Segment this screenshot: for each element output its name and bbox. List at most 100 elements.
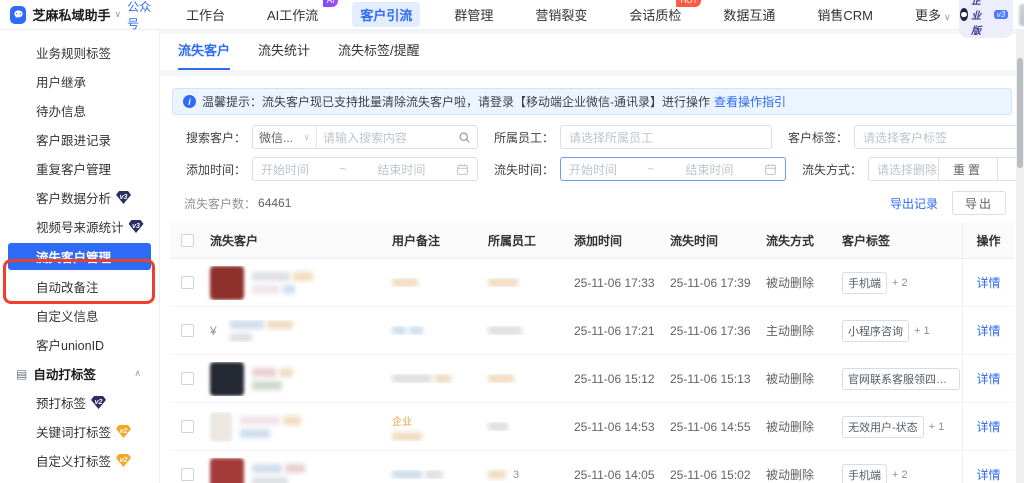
search-customer-label: 搜索客户： (185, 130, 246, 145)
nav-workbench[interactable]: 工作台 (178, 2, 233, 27)
reset-button[interactable]: 重置 (937, 157, 998, 181)
sidebar-item-customer-analytics[interactable]: 客户数据分析 v3 (0, 183, 159, 212)
sidebar-section-auto-tagging[interactable]: ▤ 自动打标签 ∧ (0, 359, 159, 388)
redacted-customer-name (230, 319, 293, 342)
row-checkbox[interactable] (180, 372, 194, 385)
table-row: 25-11-06 17:33 25-11-06 17:39 被动删除 手机端 + … (170, 259, 1014, 307)
added-time: 25-11-06 15:12 (574, 371, 655, 386)
lost-time: 25-11-06 14:55 (670, 419, 751, 434)
tab-lost-statistics[interactable]: 流失统计 (258, 40, 310, 70)
lost-method: 被动删除 (766, 420, 815, 434)
lost-count-label: 流失客户数： (184, 196, 257, 211)
lost-count-value: 64461 (258, 196, 292, 210)
sidebar-item-follow-records[interactable]: 客户跟进记录 (0, 125, 159, 154)
plan-badge[interactable]: 企业版 v3 (958, 0, 1014, 38)
detail-link[interactable]: 详情 (976, 418, 1000, 435)
public-account-link[interactable]: 公众号 (127, 0, 160, 32)
logo-area[interactable]: 芝麻私域助手 ∨ 公众号 (0, 0, 160, 32)
tab-lost-tag-reminder[interactable]: 流失标签/提醒 (338, 40, 420, 70)
search-input[interactable]: 请输入搜索内容 (317, 129, 477, 146)
redacted-customer-name (252, 463, 305, 483)
sidebar-item-union-id[interactable]: 客户unionID (0, 330, 159, 359)
search-type-select[interactable]: 微信... ∨ (253, 126, 317, 148)
nav-group-management[interactable]: 群管理 (446, 2, 501, 27)
lost-customers-table: 流失客户 用户备注 所属员工 添加时间 流失时间 流失方式 客户标签 手机号 操… (170, 223, 1014, 483)
customer-avatar (210, 457, 244, 483)
detail-link[interactable]: 详情 (976, 274, 1000, 291)
redacted-remark (392, 470, 476, 479)
customer-tag-chip: 官网联系客服领四重好礼 (842, 367, 960, 390)
plan-version-badge: v3 (993, 10, 1009, 19)
nav-sales-crm[interactable]: 销售CRM (809, 2, 881, 27)
sidebar-item-user-inherit[interactable]: 用户继承 (0, 67, 159, 96)
vertical-scrollbar[interactable] (1016, 30, 1024, 483)
export-record-link[interactable]: 导出记录 (890, 195, 938, 212)
redacted-staff (488, 326, 562, 335)
nav-more[interactable]: 更多 ∨ (907, 2, 959, 27)
row-checkbox[interactable] (180, 420, 194, 433)
table-row: ¥ 25-11-06 17:21 25-11-06 17:36 主动删除 小程序… (170, 307, 1014, 355)
row-checkbox[interactable] (180, 324, 194, 337)
app-window: 芝麻私域助手 ∨ 公众号 工作台 AI工作流 AI 客户引流 群管理 营销裂变 … (0, 0, 1024, 483)
sidebar-item-keyword-tagging[interactable]: 关键词打标签 v2 (0, 417, 159, 446)
customer-avatar (210, 411, 232, 442)
sidebar-item-custom-info[interactable]: 自定义信息 (0, 301, 159, 330)
banner-guide-link[interactable]: 查看操作指引 (714, 93, 786, 110)
sidebar-item-todo-info[interactable]: 待办信息 (0, 96, 159, 125)
staff-select[interactable]: 请选择所属员工 (560, 125, 772, 149)
sidebar-item-custom-tagging[interactable]: 自定义打标签 v2 (0, 446, 159, 475)
header-lost-time: 流失时间 (670, 234, 719, 248)
header-remark: 用户备注 (392, 234, 441, 248)
select-all-checkbox[interactable] (180, 234, 194, 247)
export-button[interactable]: 导出 (951, 191, 1006, 215)
chevron-up-icon[interactable]: ∧ (134, 368, 141, 379)
table-header: 流失客户 用户备注 所属员工 添加时间 流失时间 流失方式 客户标签 手机号 操… (170, 223, 1014, 259)
staff-extra-text: 3 (513, 468, 520, 481)
add-time-range-picker[interactable]: 开始时间 ~ 结束时间 (252, 157, 478, 181)
added-time: 25-11-06 17:21 (574, 323, 655, 338)
customer-tag-chip: 小程序咨询 (842, 319, 909, 342)
redacted-customer-name (252, 367, 293, 390)
nav-ai-workflow[interactable]: AI工作流 AI (259, 0, 339, 27)
customer-tag-select[interactable]: 请选择客户标签 (854, 125, 1024, 149)
sidebar-item-business-rule-tags[interactable]: 业务规则标签 (0, 38, 159, 67)
plan-logo-icon (959, 8, 969, 21)
redacted-staff: 3 (488, 469, 562, 481)
sidebar-item-duplicate-customers[interactable]: 重复客户管理 (0, 154, 159, 183)
lost-method: 被动删除 (766, 468, 815, 482)
detail-link[interactable]: 详情 (976, 370, 1000, 387)
nav-data-interop[interactable]: 数据互通 (715, 2, 783, 27)
avatar-glyph: ¥ (210, 323, 217, 338)
sidebar: 业务规则标签 用户继承 待办信息 客户跟进记录 重复客户管理 客户数据分析 v3 … (0, 30, 160, 483)
redacted-remark (392, 278, 476, 287)
chevron-down-icon: ∨ (944, 12, 951, 22)
detail-link[interactable]: 详情 (976, 322, 1000, 339)
sidebar-item-pre-tagging[interactable]: 预打标签 v2 (0, 388, 159, 417)
row-checkbox[interactable] (180, 468, 194, 481)
redacted-remark (392, 374, 476, 383)
lost-time-range-picker[interactable]: 开始时间 ~ 结束时间 (560, 157, 786, 181)
v3-gem-icon: v3 (116, 191, 132, 204)
avatar[interactable] (1019, 3, 1024, 26)
logo-chevron-down-icon[interactable]: ∨ (114, 9, 121, 20)
main-content: 流失客户 流失统计 流失标签/提醒 i 温馨提示：流失客户现已支持批量清除流失客… (160, 30, 1024, 483)
nav-marketing-fission[interactable]: 营销裂变 (527, 2, 595, 27)
scrollbar-thumb[interactable] (1017, 58, 1023, 168)
v2-gem-icon: v2 (91, 396, 107, 409)
nav-customer-acquisition[interactable]: 客户引流 (352, 2, 421, 27)
nav-conversation-qc[interactable]: 会话质检 HOT (621, 0, 702, 27)
v2-gem-icon: v2 (116, 425, 132, 438)
user-area: 企业版 v3 ∨ (958, 0, 1024, 38)
row-checkbox[interactable] (180, 276, 194, 289)
tag-more-count: + 1 (928, 420, 945, 433)
sidebar-item-lost-customer-management[interactable]: 流失客户管理 (8, 243, 151, 270)
added-time: 25-11-06 14:53 (574, 419, 655, 434)
tab-lost-customers[interactable]: 流失客户 (178, 40, 231, 70)
folder-icon: ▤ (16, 366, 28, 381)
table-row: 企业 25-11-06 14:53 25-11-06 14:55 被动删除 无效… (170, 403, 1014, 451)
top-navbar: 芝麻私域助手 ∨ 公众号 工作台 AI工作流 AI 客户引流 群管理 营销裂变 … (0, 0, 1024, 38)
sidebar-item-auto-remark[interactable]: 自动改备注 (0, 272, 159, 301)
sidebar-item-video-source-stats[interactable]: 视频号来源统计 v3 (0, 212, 159, 241)
customer-tag-label: 客户标签： (787, 130, 848, 145)
detail-link[interactable]: 详情 (976, 466, 1000, 483)
